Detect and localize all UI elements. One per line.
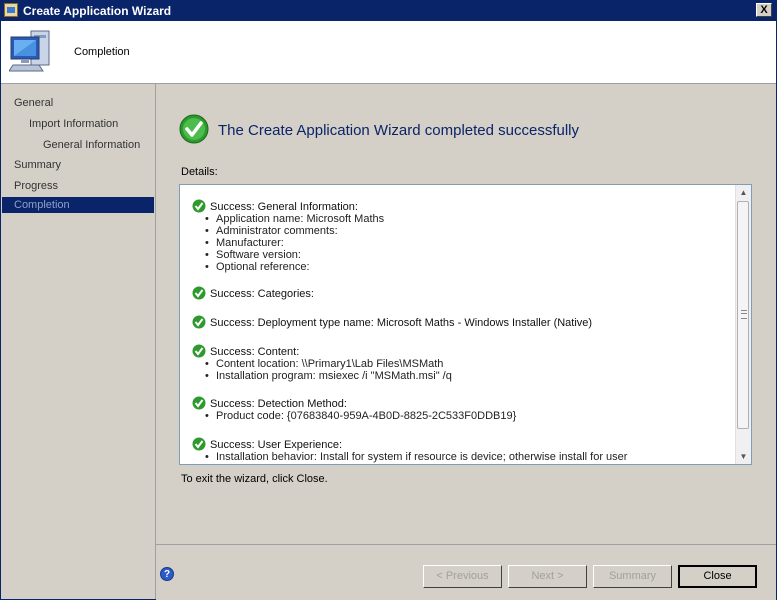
title-bar: Create Application Wizard X xyxy=(1,1,776,21)
success-check-icon xyxy=(192,344,206,358)
sidebar-item-general[interactable]: General xyxy=(14,95,53,111)
section-categories: Success: Categories: xyxy=(192,286,732,302)
sidebar-item-summary[interactable]: Summary xyxy=(14,157,61,173)
list-item: Product code: {07683840-959A-4B0D-8825-2… xyxy=(192,410,732,422)
page-title: Completion xyxy=(74,46,130,58)
scrollbar-thumb[interactable] xyxy=(737,201,749,429)
next-button[interactable]: Next > xyxy=(508,565,587,588)
success-check-icon xyxy=(179,114,209,144)
section-title: Success: Detection Method: xyxy=(210,398,347,410)
success-check-icon xyxy=(192,437,206,451)
sidebar-item-general-information[interactable]: General Information xyxy=(43,137,140,153)
success-check-icon xyxy=(192,286,206,300)
exit-instructions: To exit the wizard, click Close. xyxy=(181,473,328,485)
computer-icon xyxy=(9,30,50,72)
main-content: The Create Application Wizard completed … xyxy=(156,84,776,544)
section-detection-method: Success: Detection Method: Product code:… xyxy=(192,396,732,424)
section-title: Success: Deployment type name: Microsoft… xyxy=(210,317,593,329)
wizard-header: Completion xyxy=(1,21,776,84)
section-title: Success: General Information: xyxy=(210,201,358,213)
list-item: Optional reference: xyxy=(192,261,732,273)
section-content: Success: Content: Content location: \\Pr… xyxy=(192,344,732,384)
sidebar-item-progress[interactable]: Progress xyxy=(14,178,58,194)
close-button[interactable]: Close xyxy=(678,565,757,588)
sidebar-item-completion[interactable]: Completion xyxy=(2,197,154,213)
app-icon xyxy=(4,3,18,17)
list-item: Installation program: msiexec /i "MSMath… xyxy=(192,370,732,382)
section-deployment-type: Success: Deployment type name: Microsoft… xyxy=(192,315,732,331)
vertical-scrollbar[interactable]: ▲ ▼ xyxy=(735,185,751,464)
window-title: Create Application Wizard xyxy=(23,4,172,18)
help-icon[interactable]: ? xyxy=(160,567,174,581)
summary-button[interactable]: Summary xyxy=(593,565,672,588)
details-label: Details: xyxy=(181,166,218,178)
wizard-footer: ? < Previous Next > Summary Close xyxy=(156,544,776,600)
close-window-button[interactable]: X xyxy=(756,3,772,17)
list-item: Installation behavior: Install for syste… xyxy=(192,451,732,463)
section-title: Success: Categories: xyxy=(210,288,314,300)
list-item: Administrator comments: xyxy=(192,225,732,237)
success-check-icon xyxy=(192,396,206,410)
scroll-down-arrow-icon[interactable]: ▼ xyxy=(736,449,751,464)
success-check-icon xyxy=(192,199,206,213)
list-item: Application name: Microsoft Maths xyxy=(192,213,732,225)
grip-icon xyxy=(741,310,747,319)
success-heading: The Create Application Wizard completed … xyxy=(218,122,579,139)
list-item: Software version: xyxy=(192,249,732,261)
sidebar-item-import-information[interactable]: Import Information xyxy=(29,116,118,132)
previous-button[interactable]: < Previous xyxy=(423,565,502,588)
section-user-experience: Success: User Experience: Installation b… xyxy=(192,437,732,464)
section-title: Success: User Experience: xyxy=(210,439,343,451)
scroll-up-arrow-icon[interactable]: ▲ xyxy=(736,185,751,200)
list-item: Manufacturer: xyxy=(192,237,732,249)
section-general-information: Success: General Information: Applicatio… xyxy=(192,199,732,275)
list-item: Content location: \\Primary1\Lab Files\M… xyxy=(192,358,732,370)
section-title: Success: Content: xyxy=(210,346,300,358)
wizard-sidebar: General Import Information General Infor… xyxy=(2,84,156,599)
details-panel[interactable]: Success: General Information: Applicatio… xyxy=(179,184,752,465)
details-content: Success: General Information: Applicatio… xyxy=(180,185,736,464)
success-check-icon xyxy=(192,315,206,329)
wizard-window: Create Application Wizard X Completion G… xyxy=(0,0,777,600)
